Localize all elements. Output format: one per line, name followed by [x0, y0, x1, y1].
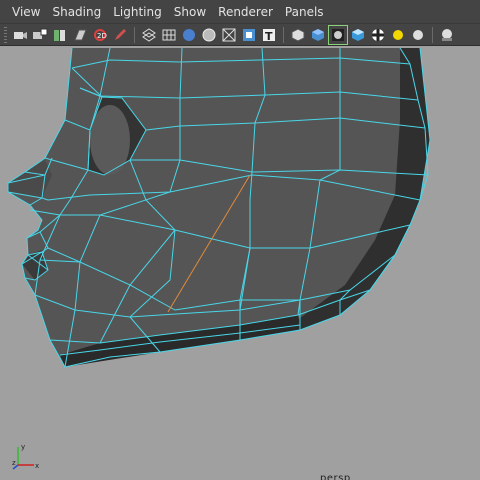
grease-pencil-icon[interactable] — [111, 26, 129, 44]
menu-shading[interactable]: Shading — [46, 0, 107, 24]
menu-show[interactable]: Show — [168, 0, 212, 24]
svg-text:T: T — [265, 30, 273, 43]
checker-icon[interactable] — [349, 26, 367, 44]
default-light-icon[interactable] — [389, 26, 407, 44]
textured-icon[interactable]: T — [260, 26, 278, 44]
select-camera-icon[interactable] — [11, 26, 29, 44]
head-mesh[interactable] — [0, 47, 480, 480]
axis-z-label: z — [12, 459, 16, 467]
perspective-viewport[interactable]: z y x persp — [0, 47, 480, 480]
flat-shade-icon[interactable] — [200, 26, 218, 44]
default-material-icon[interactable] — [289, 26, 307, 44]
panel-toolbar: 2D T — [0, 24, 480, 46]
menu-renderer[interactable]: Renderer — [212, 0, 279, 24]
toolbar-separator — [283, 26, 284, 43]
axis-indicator: z y x — [12, 443, 39, 470]
panel-menubar: View Shading Lighting Show Renderer Pane… — [0, 0, 480, 24]
menu-lighting[interactable]: Lighting — [107, 0, 168, 24]
xray-joints-icon[interactable] — [240, 26, 258, 44]
axis-y-label: y — [21, 443, 25, 451]
image-plane-icon[interactable] — [71, 26, 89, 44]
wireframe-icon[interactable] — [140, 26, 158, 44]
head-mesh-face[interactable] — [8, 48, 430, 367]
grid-icon[interactable] — [160, 26, 178, 44]
toolbar-separator — [432, 26, 433, 43]
menu-panels[interactable]: Panels — [279, 0, 330, 24]
camera-attributes-icon[interactable] — [31, 26, 49, 44]
2d-pan-zoom-icon[interactable]: 2D — [91, 26, 109, 44]
smooth-shade-all-icon[interactable] — [328, 24, 348, 45]
use-all-lights-icon[interactable] — [369, 26, 387, 44]
bookmarks-icon[interactable] — [51, 26, 69, 44]
toolbar-grip[interactable] — [4, 26, 7, 43]
wireframe-on-shaded-icon[interactable] — [309, 26, 327, 44]
eyeball — [90, 105, 130, 175]
menu-view[interactable]: View — [6, 0, 46, 24]
smooth-shade-icon[interactable] — [180, 26, 198, 44]
axis-x-label: x — [35, 462, 39, 470]
isolate-select-icon[interactable] — [438, 26, 456, 44]
shadows-icon[interactable] — [409, 26, 427, 44]
xray-icon[interactable] — [220, 26, 238, 44]
toolbar-separator — [134, 26, 135, 43]
svg-text:2D: 2D — [97, 32, 107, 40]
camera-name-label: persp — [320, 474, 351, 480]
